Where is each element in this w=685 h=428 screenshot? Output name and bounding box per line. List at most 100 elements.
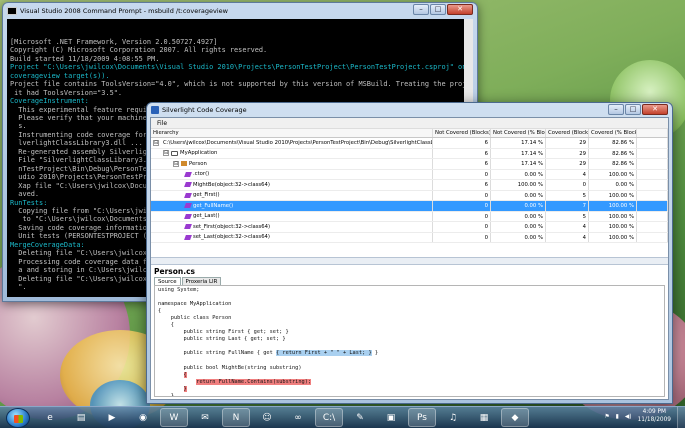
node-name: .ctor() — [193, 171, 210, 177]
namespace-icon — [171, 150, 178, 156]
media-icon[interactable]: ♫ — [439, 408, 467, 427]
code-line: } — [371, 350, 379, 357]
collapse-toggle-icon[interactable]: ⊟ — [173, 160, 179, 167]
ie-icon[interactable]: e — [36, 408, 64, 427]
maximize-button[interactable]: □ — [625, 104, 641, 115]
close-button[interactable]: ✕ — [642, 104, 668, 115]
method-icon — [184, 213, 192, 219]
tray-flag-icon[interactable]: ⚑ — [604, 414, 609, 420]
coverage-titlebar[interactable]: Silverlight Code Coverage — [147, 103, 672, 117]
table-row[interactable]: ⊟ C:\Users\jwilcox\Documents\Visual Studi… — [151, 138, 668, 149]
cell-hierarchy: MightBe(object:32->class64) — [151, 180, 433, 190]
cell-not-covered-percent: 17.14 % — [491, 148, 546, 158]
table-row[interactable]: get_Last() 0 0.00 % 5 100.00 % — [151, 211, 668, 222]
code-line: public string First { get; set; } — [158, 329, 289, 336]
cell-hierarchy: get_FullName() — [151, 201, 433, 211]
cell-covered-blocks: 5 — [546, 211, 589, 221]
close-button[interactable]: ✕ — [447, 4, 473, 15]
cell-not-covered-percent: 17.14 % — [491, 159, 546, 169]
cmd-window-controls: – □ ✕ — [413, 4, 473, 15]
column-header-not-covered-percent[interactable]: Not Covered (% Blocks) — [491, 129, 546, 137]
source-code-view[interactable]: using System; namespace MyApplication { … — [154, 285, 665, 397]
onenote-icon[interactable]: N — [222, 408, 250, 427]
system-tray: ⚑ ▮ ◀) 4:09 PM 11/18/2009 — [604, 409, 671, 424]
pen-icon[interactable]: ✎ — [346, 408, 374, 427]
table-row[interactable]: get_First() 0 0.00 % 5 100.00 % — [151, 190, 668, 201]
terminal-icon[interactable]: ▣ — [377, 408, 405, 427]
grid-rows: ⊟ C:\Users\jwilcox\Documents\Visual Studi… — [151, 138, 668, 243]
table-row[interactable]: set_First(object:32->class64) 0 0.00 % 4 100… — [151, 222, 668, 233]
cell-hierarchy: set_Last(object:32->class64) — [151, 232, 433, 242]
code-line: using System; — [158, 287, 200, 293]
column-header-not-covered-blocks[interactable]: Not Covered (Blocks) — [433, 129, 491, 137]
column-header-filler — [637, 129, 668, 137]
command-prompt-icon[interactable]: C:\ — [315, 408, 343, 427]
messenger-icon[interactable]: ☺ — [253, 408, 281, 427]
cell-filler — [637, 169, 668, 179]
cmd-titlebar[interactable]: Visual Studio 2008 Command Prompt - msbu… — [3, 3, 477, 19]
table-row[interactable]: ⊟ Person 6 17.14 % 29 82.86 % — [151, 159, 668, 170]
minimize-button[interactable]: – — [413, 4, 429, 15]
show-desktop-button[interactable] — [677, 407, 685, 428]
pane-splitter[interactable] — [151, 257, 668, 265]
class-icon — [181, 161, 187, 167]
code-line: public string Last { get; set; } — [158, 336, 286, 343]
word-icon[interactable]: W — [160, 408, 188, 427]
cell-hierarchy: ⊟ MyApplication — [151, 148, 433, 158]
tray-network-icon[interactable]: ▮ — [616, 414, 619, 420]
cell-not-covered-percent: 0.00 % — [491, 169, 546, 179]
cell-filler — [637, 232, 668, 242]
cell-covered-percent: 100.00 % — [589, 232, 637, 242]
uncovered-code-highlight: return FullName.Contains(substring); — [196, 378, 312, 385]
table-row[interactable]: MightBe(object:32->class64) 6 100.00 % 0 0.0… — [151, 180, 668, 191]
tray-volume-icon[interactable]: ◀) — [625, 414, 632, 420]
media-player-icon[interactable]: ▶ — [98, 408, 126, 427]
method-icon — [184, 224, 192, 230]
coverage-client-area: File Hierarchy Not Covered (Blocks) Not … — [150, 117, 669, 400]
code-line: public class Person — [158, 315, 232, 322]
cell-hierarchy: ⊟ Person — [151, 159, 433, 169]
table-row[interactable]: .ctor() 0 0.00 % 4 100.00 % — [151, 169, 668, 180]
cell-covered-blocks: 4 — [546, 169, 589, 179]
maximize-button[interactable]: □ — [430, 4, 446, 15]
cell-filler — [637, 159, 668, 169]
uncovered-code-highlight: { — [183, 371, 187, 378]
column-header-covered-blocks[interactable]: Covered (Blocks) — [546, 129, 589, 137]
silverlight-icon[interactable]: ◆ — [501, 408, 529, 427]
start-button[interactable] — [6, 407, 30, 428]
node-name: MightBe(object:32->class64) — [193, 181, 270, 188]
menu-file[interactable]: File — [157, 120, 167, 127]
console-line: Project file contains ToolsVersion="4.0"… — [10, 80, 473, 89]
column-header-hierarchy[interactable]: Hierarchy — [151, 129, 433, 137]
notepad-icon[interactable]: ▦ — [470, 408, 498, 427]
table-row[interactable]: ⊟ MyApplication 6 17.14 % 29 82.86 % — [151, 148, 668, 159]
cell-covered-percent: 100.00 % — [589, 211, 637, 221]
clock-date: 11/18/2009 — [637, 416, 671, 423]
cell-filler — [637, 180, 668, 190]
cell-not-covered-blocks: 6 — [433, 148, 491, 158]
code-line: public bool MightBe(string substring) — [158, 364, 302, 371]
cell-not-covered-blocks: 0 — [433, 211, 491, 221]
collapse-toggle-icon[interactable]: ⊟ — [153, 139, 159, 146]
column-header-covered-percent[interactable]: Covered (% Blocks) — [589, 129, 637, 137]
minimize-button[interactable]: – — [608, 104, 624, 115]
cell-not-covered-blocks: 0 — [433, 232, 491, 242]
collapse-toggle-icon[interactable]: ⊟ — [163, 150, 169, 157]
node-name: get_Last() — [193, 213, 220, 219]
table-row[interactable]: get_FullName() 0 0.00 % 7 100.00 % — [151, 201, 668, 212]
outlook-icon[interactable]: ✉ — [191, 408, 219, 427]
cell-covered-percent: 100.00 % — [589, 190, 637, 200]
visual-studio-icon[interactable]: ∞ — [284, 408, 312, 427]
chrome-icon[interactable]: ◉ — [129, 408, 157, 427]
coverage-grid[interactable]: Hierarchy Not Covered (Blocks) Not Cover… — [151, 129, 668, 257]
clock[interactable]: 4:09 PM 11/18/2009 — [638, 409, 671, 424]
cell-not-covered-percent: 0.00 % — [491, 190, 546, 200]
cell-not-covered-percent: 17.14 % — [491, 138, 546, 148]
explorer-icon[interactable]: ▤ — [67, 408, 95, 427]
node-name: get_FullName() — [193, 202, 234, 209]
console-line: Project "C:\Users\jwilcox\Documents\Visu… — [10, 63, 473, 72]
table-row[interactable]: set_Last(object:32->class64) 0 0.00 % 4 100.… — [151, 232, 668, 243]
code-coverage-window[interactable]: Silverlight Code Coverage – □ ✕ File Hie… — [146, 102, 673, 404]
photoshop-icon[interactable]: Ps — [408, 408, 436, 427]
